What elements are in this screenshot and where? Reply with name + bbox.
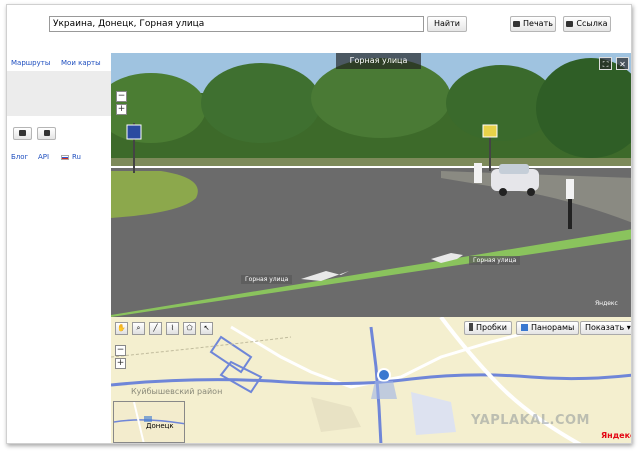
print-button[interactable]: Печать: [510, 16, 556, 32]
footer-link-language[interactable]: Ru: [72, 153, 81, 161]
car-wheel: [499, 188, 507, 196]
panorama-zoom-out[interactable]: −: [116, 91, 127, 102]
print-small-button[interactable]: [13, 127, 32, 140]
search-button[interactable]: Найти: [427, 16, 467, 32]
browser-page: Найти Печать Ссылка Маршруты Мои карты Б…: [6, 4, 632, 444]
yandex-pano-logo: Яндекс: [595, 300, 618, 307]
link-small-button[interactable]: [37, 127, 56, 140]
street-label: Горная улица: [241, 275, 293, 284]
inset-road: [133, 402, 145, 442]
sidebar: Маршруты Мои карты Блог API Ru: [7, 53, 111, 443]
tree: [311, 58, 451, 138]
map-zoom-out[interactable]: −: [115, 345, 126, 356]
traffic-light-icon: [469, 323, 473, 331]
flag-icon: [61, 155, 69, 160]
fullscreen-icon[interactable]: ⛶: [599, 57, 612, 70]
printer-icon: [513, 21, 521, 27]
road-sign: [126, 124, 142, 140]
location-marker[interactable]: [377, 368, 391, 382]
link-label: Ссылка: [576, 19, 608, 28]
road-sign: [482, 124, 498, 138]
panoramas-label: Панорамы: [531, 323, 575, 332]
district-label: Куйбышевский район: [131, 387, 223, 396]
map-zoom-in[interactable]: +: [115, 358, 126, 369]
ruler-icon[interactable]: ╱: [149, 322, 162, 335]
person-legs: [568, 199, 572, 229]
link-icon: [43, 130, 50, 136]
minimap[interactable]: ✋ ⌕ ╱ ⌇ ⬠ ↖ − + Пробки Панорамы Показать…: [111, 317, 632, 443]
polygon-icon[interactable]: ⬠: [183, 322, 196, 335]
person: [474, 163, 482, 183]
person: [566, 179, 574, 199]
magnifier-icon[interactable]: ⌕: [132, 322, 145, 335]
pointer-icon[interactable]: ↖: [200, 322, 213, 335]
panorama-image: [111, 53, 631, 317]
view-cone: [371, 381, 397, 399]
inset-city-label: Донецк: [146, 422, 174, 430]
link-icon: [566, 21, 574, 27]
panorama-street-title: Горная улица: [336, 53, 421, 69]
panorama-zoom-in[interactable]: +: [116, 104, 127, 115]
overview-inset[interactable]: Донецк: [113, 401, 185, 443]
footer-link-api[interactable]: API: [38, 153, 49, 161]
printer-icon: [19, 130, 26, 136]
link-button[interactable]: Ссылка: [563, 16, 611, 32]
panoramas-button[interactable]: Панорамы: [516, 321, 580, 335]
show-dropdown[interactable]: Показать ▾: [580, 321, 631, 335]
car-window: [499, 164, 529, 174]
sidebar-content-area: [7, 71, 111, 116]
panorama-icon: [521, 324, 528, 331]
tree: [201, 63, 321, 143]
street-panorama[interactable]: Горная улица ⛶ ✕ − + Горная улица Горная…: [111, 53, 631, 317]
car-wheel: [527, 188, 535, 196]
watermark: YAPLAKAL.COM: [471, 413, 590, 428]
print-label: Печать: [523, 19, 553, 28]
curb-strip: [111, 158, 631, 166]
close-icon[interactable]: ✕: [616, 57, 629, 70]
footer-link-blog[interactable]: Блог: [11, 153, 28, 161]
search-input[interactable]: [49, 16, 424, 32]
sidebar-link-routes[interactable]: Маршруты: [11, 59, 50, 67]
traffic-button[interactable]: Пробки: [464, 321, 512, 335]
yandex-logo-text: Яндекс: [601, 431, 632, 440]
sidebar-link-my-maps[interactable]: Мои карты: [61, 59, 101, 67]
traffic-label: Пробки: [476, 323, 507, 332]
street-label: Горная улица: [469, 256, 521, 265]
route-icon[interactable]: ⌇: [166, 322, 179, 335]
yandex-logo: Яндекс: [601, 431, 632, 440]
hand-icon[interactable]: ✋: [115, 322, 128, 335]
